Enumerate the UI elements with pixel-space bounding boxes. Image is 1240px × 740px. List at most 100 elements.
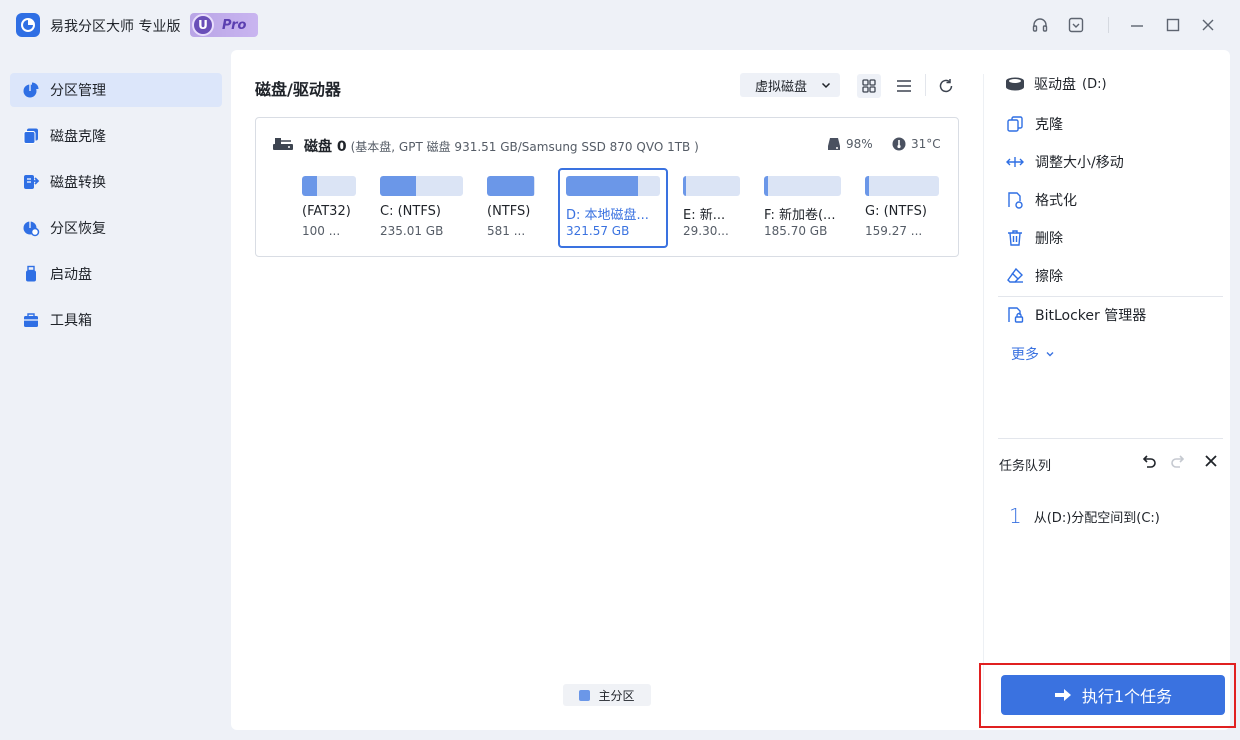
drive-icon <box>1004 75 1026 93</box>
queue-separator <box>998 438 1223 439</box>
queue-item-text: 从(D:)分配空间到(C:) <box>1033 510 1160 526</box>
partition-size: 235.01 GB <box>380 224 444 238</box>
sidebar-item-partition-manager[interactable]: 分区管理 <box>10 73 222 107</box>
sidebar-item-label: 分区管理 <box>50 83 106 99</box>
action-format[interactable]: 格式化 <box>1006 190 1077 210</box>
sidebar-item-toolbox[interactable]: 工具箱 <box>10 303 222 337</box>
partition-size: 100 ... <box>302 224 341 238</box>
drive-title-label: 驱动盘 <box>1034 77 1076 93</box>
virtual-disk-label: 虚拟磁盘 <box>755 79 808 95</box>
list-view-icon[interactable] <box>892 74 916 98</box>
maximize-icon[interactable] <box>1162 14 1184 36</box>
action-label: 删除 <box>1035 231 1063 247</box>
recovery-icon <box>22 219 40 237</box>
action-label: BitLocker 管理器 <box>1035 308 1147 324</box>
action-resize-move[interactable]: 调整大小/移动 <box>1006 152 1124 172</box>
usb-icon <box>22 265 40 283</box>
sidebar-item-label: 启动盘 <box>50 267 92 283</box>
app-title: 易我分区大师 专业版 <box>50 19 181 35</box>
pro-badge: U Pro <box>190 13 258 37</box>
partition-tile[interactable]: G: (NTFS) 159.27 ... <box>857 168 952 248</box>
close-icon[interactable] <box>1197 14 1219 36</box>
refresh-icon[interactable] <box>934 74 958 98</box>
dropdown-icon[interactable] <box>1065 14 1087 36</box>
disk-name: 磁盘 0 <box>304 139 347 155</box>
partition-usage-fill <box>683 176 686 196</box>
legend-swatch <box>579 689 591 701</box>
partition-tile-selected[interactable]: D: 本地磁盘... 321.57 GB <box>558 168 668 248</box>
sidebar: 分区管理 磁盘克隆 磁盘转换 分区恢复 启动盘 工具箱 <box>0 64 230 349</box>
disk-temperature: 31°C <box>892 137 941 151</box>
partition-usage-fill <box>764 176 768 196</box>
partition-name: G: (NTFS) <box>865 204 927 219</box>
actions-separator <box>998 296 1223 297</box>
execute-tasks-button[interactable]: 执行1个任务 <box>1001 675 1225 715</box>
partition-name: D: 本地磁盘... <box>566 208 649 223</box>
partition-usage-bar <box>865 176 939 196</box>
redo-icon[interactable] <box>1168 451 1188 471</box>
arrow-right-icon <box>1054 687 1072 703</box>
title-bar: 易我分区大师 专业版 U Pro <box>0 0 1240 50</box>
thermometer-icon <box>892 137 906 151</box>
partition-name: (NTFS) <box>487 204 531 219</box>
partition-usage-bar <box>380 176 463 196</box>
queue-item-number: 1 <box>1009 504 1022 528</box>
close-queue-icon[interactable] <box>1201 451 1221 471</box>
partition-usage-fill <box>865 176 869 196</box>
format-icon <box>1006 191 1024 209</box>
bitlocker-icon <box>1006 306 1024 324</box>
panel-divider <box>983 74 984 714</box>
partition-size: 321.57 GB <box>566 224 630 238</box>
disk-drive-icon <box>272 136 294 156</box>
disk-temperature-value: 31°C <box>911 137 941 151</box>
more-label: 更多 <box>1011 347 1039 363</box>
minimize-icon[interactable] <box>1126 14 1148 36</box>
drive-letter: (D:) <box>1082 76 1107 92</box>
partition-usage-fill <box>566 176 639 196</box>
titlebar-separator <box>1108 17 1109 33</box>
chevron-down-icon <box>1045 349 1055 359</box>
sidebar-item-label: 分区恢复 <box>50 221 106 237</box>
selected-drive-title: 驱动盘 (D:) <box>1004 74 1107 94</box>
sidebar-item-label: 工具箱 <box>50 313 92 329</box>
action-wipe[interactable]: 擦除 <box>1006 266 1063 286</box>
app-logo-icon <box>16 13 40 37</box>
health-disk-icon <box>827 137 841 151</box>
partition-tile[interactable]: F: 新加卷(... 185.70 GB <box>756 168 851 248</box>
partition-size: 185.70 GB <box>764 224 828 238</box>
headset-icon[interactable] <box>1029 14 1051 36</box>
disk-card[interactable]: 磁盘 0 (基本盘, GPT 磁盘 931.51 GB/Samsung SSD … <box>255 117 959 257</box>
undo-icon[interactable] <box>1139 451 1159 471</box>
execute-label: 执行1个任务 <box>1081 687 1173 706</box>
resize-icon <box>1006 153 1024 171</box>
toolbar-separator <box>925 74 926 96</box>
virtual-disk-dropdown[interactable]: 虚拟磁盘 <box>740 73 840 97</box>
partition-tile[interactable]: (FAT32) 100 ... <box>294 168 364 248</box>
partition-tile[interactable]: E: 新... 29.30... <box>675 168 751 248</box>
pro-badge-text: Pro <box>222 17 247 33</box>
sidebar-item-disk-clone[interactable]: 磁盘克隆 <box>10 119 222 153</box>
sidebar-item-boot-disk[interactable]: 启动盘 <box>10 257 222 291</box>
action-bitlocker-manager[interactable]: BitLocker 管理器 <box>1006 305 1146 325</box>
action-clone[interactable]: 克隆 <box>1006 114 1063 134</box>
sidebar-item-partition-recovery[interactable]: 分区恢复 <box>10 211 222 245</box>
partition-tile[interactable]: (NTFS) 581 ... <box>479 168 549 248</box>
partition-name: E: 新... <box>683 208 726 223</box>
grid-view-icon[interactable] <box>857 74 881 98</box>
legend-label: 主分区 <box>598 688 635 703</box>
action-label: 调整大小/移动 <box>1035 155 1124 171</box>
toolbox-icon <box>22 311 40 329</box>
clone-icon <box>22 127 40 145</box>
action-delete[interactable]: 删除 <box>1006 228 1063 248</box>
sidebar-item-disk-convert[interactable]: 磁盘转换 <box>10 165 222 199</box>
partition-usage-bar <box>764 176 841 196</box>
sidebar-item-label: 磁盘克隆 <box>50 129 106 145</box>
more-actions-link[interactable]: 更多 <box>1011 344 1055 364</box>
partition-tile[interactable]: C: (NTFS) 235.01 GB <box>372 168 472 248</box>
eraser-icon <box>1006 267 1024 285</box>
sidebar-item-label: 磁盘转换 <box>50 175 106 191</box>
convert-icon <box>22 173 40 191</box>
legend-primary-partition: 主分区 <box>563 684 651 706</box>
disk-health-value: 98% <box>846 137 873 151</box>
partition-usage-bar <box>487 176 535 196</box>
